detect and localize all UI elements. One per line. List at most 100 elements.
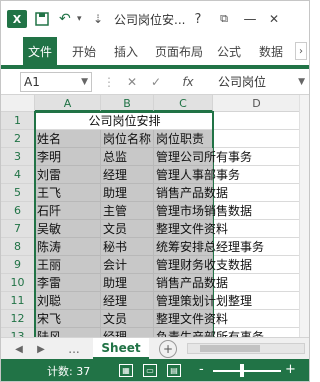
enter-button[interactable]: ✓ [147,72,165,92]
data-cell[interactable]: 统筹安排总经理事务 [154,238,264,256]
status-count: 计数: 37 [47,365,91,378]
header-cell[interactable]: 岗位职责 [154,130,213,148]
data-cell[interactable]: 吴敏 [35,220,101,238]
row-header-10[interactable]: 10 [1,274,35,292]
row-header-4[interactable]: 4 [1,166,35,184]
data-cell[interactable]: 管理市场销售数据 [154,202,252,220]
ribbon-scroll-right-icon[interactable]: › [295,42,307,60]
data-cell[interactable]: 管理策划计划整理 [154,292,252,310]
save-icon[interactable] [35,9,49,29]
data-cell[interactable]: 会计 [101,256,154,274]
excel-window: X ↶ ▾ ⇣ 公司岗位安... ? ⧉ — ✕ 文件 开始 插入 页面布局 公… [0,0,310,382]
data-cell[interactable]: 刘聪 [35,292,101,310]
data-cell[interactable]: 陆风 [35,328,101,337]
zoom-slider-thumb[interactable] [240,364,244,377]
data-cell[interactable]: 秘书 [101,238,154,256]
zoom-slider[interactable] [213,370,281,372]
tab-home[interactable]: 开始 [67,37,101,65]
customize-quick-access-icon[interactable]: ⇣ [93,9,103,29]
undo-dropdown-icon[interactable]: ▾ [77,9,82,29]
data-cell[interactable]: 刘雷 [35,166,101,184]
data-cell[interactable]: 销售产品数据 [154,184,228,202]
tab-data[interactable]: 数据 [255,37,287,65]
more-options-icon[interactable]: ⋮ [103,72,115,92]
data-cell[interactable]: 王飞 [35,184,101,202]
expand-formula-icon[interactable]: ▼ [298,77,305,87]
tab-insert[interactable]: 插入 [109,37,143,65]
row-header-1[interactable]: 1 [1,112,35,130]
row-header-12[interactable]: 12 [1,310,35,328]
header-cell[interactable]: 姓名 [35,130,101,148]
cancel-entry-button[interactable]: ✕ [123,72,141,92]
merged-title-cell[interactable]: 公司岗位安排 [35,112,213,130]
row-header-3[interactable]: 3 [1,148,35,166]
data-cell[interactable]: 文员 [101,220,154,238]
zoom-out-button[interactable]: - [199,362,204,377]
data-cell[interactable]: 管理人事部事务 [154,166,240,184]
data-cell[interactable]: 助理 [101,184,154,202]
data-cell[interactable]: 宋飞 [35,310,101,328]
data-cell[interactable]: 主管 [101,202,154,220]
data-cell[interactable]: 石阡 [35,202,101,220]
add-sheet-button[interactable]: + [159,340,177,358]
tab-file[interactable]: 文件 [23,37,57,65]
row-header-8[interactable]: 8 [1,238,35,256]
data-cell[interactable]: 管理财务收支数据 [154,256,252,274]
data-cell[interactable]: 助理 [101,274,154,292]
column-header-b[interactable]: B [101,95,154,112]
row-header-5[interactable]: 5 [1,184,35,202]
data-cell[interactable]: 李明 [35,148,101,166]
cell-d1[interactable] [213,112,301,130]
row-header-7[interactable]: 7 [1,220,35,238]
zoom-in-button[interactable]: + [285,362,296,377]
worksheet-grid[interactable]: A B C D 1 2 3 4 5 6 7 8 9 10 11 12 13 公司岗位安排 姓名 岗位名称 岗位职责 李明总… [1,95,309,337]
row-header-11[interactable]: 11 [1,292,35,310]
prev-sheet-icon[interactable]: ◀ [11,340,27,358]
name-box[interactable]: A1 ▼ [20,72,92,92]
column-header-c[interactable]: C [154,95,213,112]
data-cell[interactable]: 整理文件资料 [154,310,228,328]
row-header-2[interactable]: 2 [1,130,35,148]
data-cell[interactable]: 总监 [101,148,154,166]
data-cell[interactable]: 整理文件资料 [154,220,228,238]
page-break-view-icon[interactable]: ▤ [167,364,181,377]
tab-sheet[interactable]: Sheet [93,338,149,359]
page-layout-view-icon[interactable]: ▭ [143,364,157,377]
help-button[interactable]: ? [187,9,209,29]
row-header-13[interactable]: 13 [1,328,35,337]
cell-d2[interactable] [213,130,301,148]
formula-bar: A1 ▼ ⋮ ✕ ✓ fx 公司岗位 ▼ [1,69,309,95]
vertical-scrollbar[interactable] [299,95,309,337]
data-cell[interactable]: 陈涛 [35,238,101,256]
restore-ribbon-button[interactable]: ⧉ [213,9,235,29]
chevron-down-icon[interactable]: ▼ [81,73,88,91]
close-button[interactable]: ✕ [263,9,285,29]
data-cell[interactable]: 经理 [101,292,154,310]
minimize-button[interactable]: — [239,9,261,29]
normal-view-icon[interactable]: ▦ [119,364,133,377]
excel-icon[interactable]: X [7,10,27,28]
data-cell[interactable]: 经理 [101,166,154,184]
select-all-corner[interactable] [1,95,35,112]
data-cell[interactable]: 销售产品数据 [154,274,228,292]
header-cell[interactable]: 岗位名称 [101,130,154,148]
undo-icon[interactable]: ↶ [59,9,71,29]
more-sheets-button[interactable]: ... [63,340,85,358]
tab-formulas[interactable]: 公式 [213,37,245,65]
next-sheet-icon[interactable]: ▶ [33,340,49,358]
horizontal-scrollbar[interactable] [187,343,305,354]
row-header-6[interactable]: 6 [1,202,35,220]
data-cell[interactable]: 王丽 [35,256,101,274]
insert-function-button[interactable]: fx [175,72,201,92]
row-header-9[interactable]: 9 [1,256,35,274]
data-cell[interactable]: 负责生产部所有事务 [154,328,264,337]
column-header-d[interactable]: D [213,95,301,112]
horizontal-scroll-thumb[interactable] [200,345,260,352]
column-header-a[interactable]: A [35,95,101,112]
data-cell[interactable]: 管理公司所有事务 [154,148,252,166]
formula-input[interactable]: 公司岗位 [215,72,305,92]
data-cell[interactable]: 李雷 [35,274,101,292]
data-cell[interactable]: 文员 [101,310,154,328]
tab-page-layout[interactable]: 页面布局 [151,37,207,65]
data-cell[interactable]: 经理 [101,328,154,337]
